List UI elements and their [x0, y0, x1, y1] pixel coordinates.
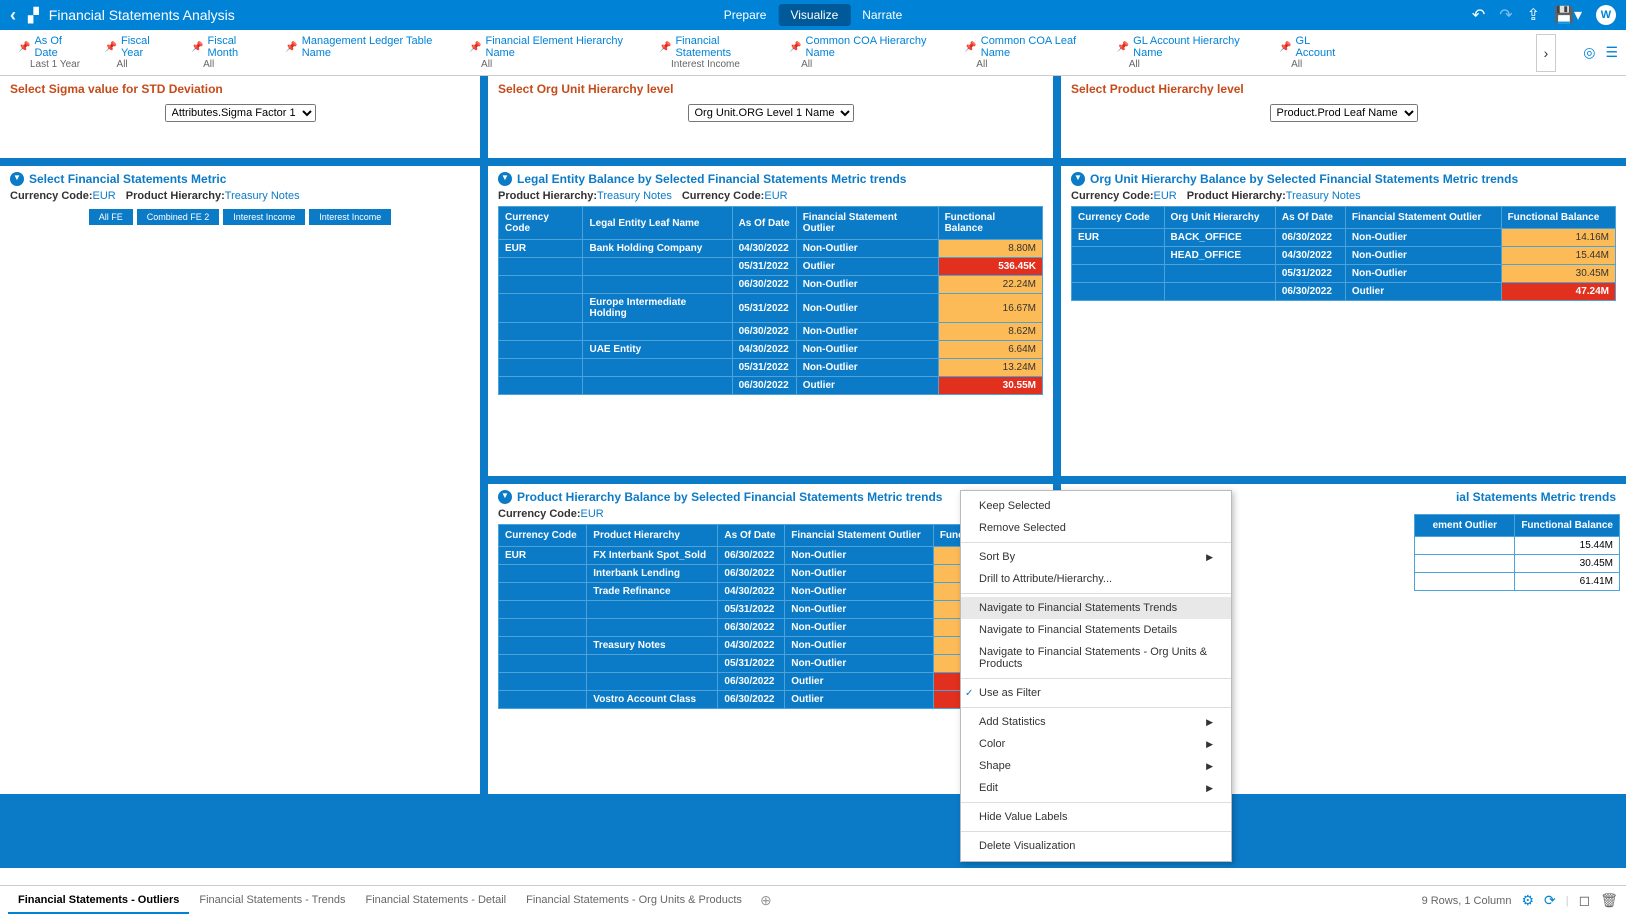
bottom-tab[interactable]: Financial Statements - Detail: [356, 888, 517, 914]
table-row[interactable]: UAE Entity04/30/2022Non-Outlier6.64M: [499, 341, 1043, 359]
page-title: Financial Statements Analysis: [49, 7, 235, 23]
legal-entity-panel: Legal Entity Balance by Selected Financi…: [488, 166, 1053, 476]
filter-fiscal-month[interactable]: 📌Fiscal MonthAll: [179, 31, 273, 74]
org-select[interactable]: Org Unit.ORG Level 1 Name: [688, 104, 854, 122]
avatar[interactable]: W: [1596, 5, 1616, 25]
top-bar: ‹ ▞ Financial Statements Analysis Prepar…: [0, 0, 1626, 30]
filter-financial-statements[interactable]: 📌Financial StatementsInterest Income: [647, 31, 777, 74]
filter-bar: 📌As Of DateLast 1 Year📌Fiscal YearAll📌Fi…: [0, 30, 1626, 76]
sigma-title: Select Sigma value for STD Deviation: [10, 82, 470, 96]
filter-gl-account-hierarchy-name[interactable]: 📌GL Account Hierarchy NameAll: [1105, 31, 1267, 74]
table-row[interactable]: 06/30/2022Non-Outlier22.24M: [499, 276, 1043, 294]
bottom-tab[interactable]: Financial Statements - Trends: [189, 888, 355, 914]
menu-item[interactable]: ✓Use as Filter: [961, 682, 1231, 704]
refresh-icon[interactable]: ⟳: [1544, 892, 1556, 909]
scroll-right-button[interactable]: ›: [1536, 34, 1556, 72]
filter-management-ledger-table-name[interactable]: 📌Management Ledger Table Name: [273, 31, 457, 74]
tab-visualize[interactable]: Visualize: [778, 4, 850, 26]
metric-btn[interactable]: Interest Income: [222, 208, 306, 226]
tab-narrate[interactable]: Narrate: [850, 4, 914, 26]
share-icon[interactable]: ⇪: [1527, 5, 1540, 25]
menu-item[interactable]: Drill to Attribute/Hierarchy...: [961, 568, 1231, 590]
layout-icon[interactable]: ◻: [1579, 892, 1591, 909]
menu-item[interactable]: Navigate to Financial Statements Trends: [961, 597, 1231, 619]
filter-fiscal-year[interactable]: 📌Fiscal YearAll: [93, 31, 180, 74]
sigma-select[interactable]: Attributes.Sigma Factor 1: [165, 104, 316, 122]
menu-item[interactable]: Navigate to Financial Statements - Org U…: [961, 641, 1231, 675]
filter-icon[interactable]: [498, 172, 512, 186]
list-icon[interactable]: ☰: [1605, 44, 1618, 61]
prod-title: Select Product Hierarchy level: [1071, 82, 1616, 96]
filter-icon[interactable]: [10, 172, 24, 186]
table-row[interactable]: 06/30/2022Non-Outlier8.62M: [499, 323, 1043, 341]
filter-financial-element-hierarchy-name[interactable]: 📌Financial Element Hierarchy NameAll: [457, 31, 647, 74]
table-row[interactable]: HEAD_OFFICE04/30/2022Non-Outlier15.44M: [1072, 247, 1616, 265]
legal-entity-table[interactable]: Currency CodeLegal Entity Leaf NameAs Of…: [498, 206, 1043, 395]
chart-icon: ▞: [28, 7, 39, 24]
filter-common-coa-leaf-name[interactable]: 📌Common COA Leaf NameAll: [952, 31, 1104, 74]
sort-icon[interactable]: ⚙: [1521, 892, 1534, 909]
table-row[interactable]: 05/31/2022Non-Outlier13.24M: [499, 359, 1043, 377]
filter-as-of-date[interactable]: 📌As Of DateLast 1 Year: [6, 31, 93, 74]
metric-btn[interactable]: Interest Income: [308, 208, 392, 226]
partial-table[interactable]: ement OutlierFunctional Balance15.44M30.…: [1414, 514, 1620, 591]
dashboard-grid: Select Sigma value for STD Deviation Att…: [0, 76, 1626, 868]
save-icon[interactable]: 💾▾: [1554, 5, 1582, 25]
menu-item[interactable]: Delete Visualization: [961, 835, 1231, 857]
bottom-tab[interactable]: Financial Statements - Org Units & Produ…: [516, 888, 752, 914]
target-icon[interactable]: ◎: [1583, 44, 1595, 61]
table-row[interactable]: 06/30/2022Outlier30.55M: [499, 377, 1043, 395]
menu-item[interactable]: Edit▶: [961, 777, 1231, 799]
redo-icon[interactable]: ↷: [1499, 5, 1512, 25]
menu-item[interactable]: Shape▶: [961, 755, 1231, 777]
org-unit-table[interactable]: Currency CodeOrg Unit HierarchyAs Of Dat…: [1071, 206, 1616, 301]
metric-btn[interactable]: All FE: [88, 208, 134, 226]
bottom-bar: Financial Statements - OutliersFinancial…: [0, 885, 1626, 915]
bottom-tab[interactable]: Financial Statements - Outliers: [8, 888, 189, 914]
back-button[interactable]: ‹: [10, 5, 16, 26]
org-title: Select Org Unit Hierarchy level: [498, 82, 1043, 96]
filter-icon[interactable]: [498, 490, 512, 504]
menu-item[interactable]: Navigate to Financial Statements Details: [961, 619, 1231, 641]
menu-item[interactable]: Hide Value Labels: [961, 806, 1231, 828]
header-actions: ↶ ↷ ⇪ 💾▾ W: [1472, 5, 1616, 25]
filter-common-coa-hierarchy-name[interactable]: 📌Common COA Hierarchy NameAll: [777, 31, 952, 74]
table-row[interactable]: EURBank Holding Company04/30/2022Non-Out…: [499, 240, 1043, 258]
add-tab-button[interactable]: ⊕: [760, 892, 772, 909]
undo-icon[interactable]: ↶: [1472, 5, 1485, 25]
menu-item[interactable]: Sort By▶: [961, 546, 1231, 568]
tab-prepare[interactable]: Prepare: [712, 4, 779, 26]
metric-btn[interactable]: Combined FE 2: [136, 208, 221, 226]
table-row[interactable]: Europe Intermediate Holding05/31/2022Non…: [499, 294, 1043, 323]
prod-select[interactable]: Product.Prod Leaf Name: [1270, 104, 1418, 122]
delete-icon[interactable]: 🗑: [1600, 892, 1618, 909]
table-row[interactable]: 06/30/2022Outlier47.24M: [1072, 283, 1616, 301]
filter-gl-account[interactable]: 📌GL AccountAll: [1267, 31, 1356, 74]
org-panel: Select Org Unit Hierarchy level Org Unit…: [488, 76, 1053, 158]
metric-title: Select Financial Statements Metric: [10, 172, 470, 186]
sigma-panel: Select Sigma value for STD Deviation Att…: [0, 76, 480, 158]
prod-panel: Select Product Hierarchy level Product.P…: [1061, 76, 1626, 158]
org-unit-panel: Org Unit Hierarchy Balance by Selected F…: [1061, 166, 1626, 476]
filter-icon[interactable]: [1071, 172, 1085, 186]
mode-tabs: Prepare Visualize Narrate: [712, 4, 915, 26]
table-row[interactable]: EURBACK_OFFICE06/30/2022Non-Outlier14.16…: [1072, 229, 1616, 247]
menu-item[interactable]: Keep Selected: [961, 495, 1231, 517]
metric-panel: Select Financial Statements Metric Curre…: [0, 166, 480, 794]
status-text: 9 Rows, 1 Column: [1422, 895, 1512, 907]
menu-item[interactable]: Add Statistics▶: [961, 711, 1231, 733]
context-menu[interactable]: Keep SelectedRemove Selected Sort By▶Dril…: [960, 490, 1232, 862]
menu-item[interactable]: Remove Selected: [961, 517, 1231, 539]
table-row[interactable]: 05/31/2022Outlier536.45K: [499, 258, 1043, 276]
menu-item[interactable]: Color▶: [961, 733, 1231, 755]
table-row[interactable]: 05/31/2022Non-Outlier30.45M: [1072, 265, 1616, 283]
